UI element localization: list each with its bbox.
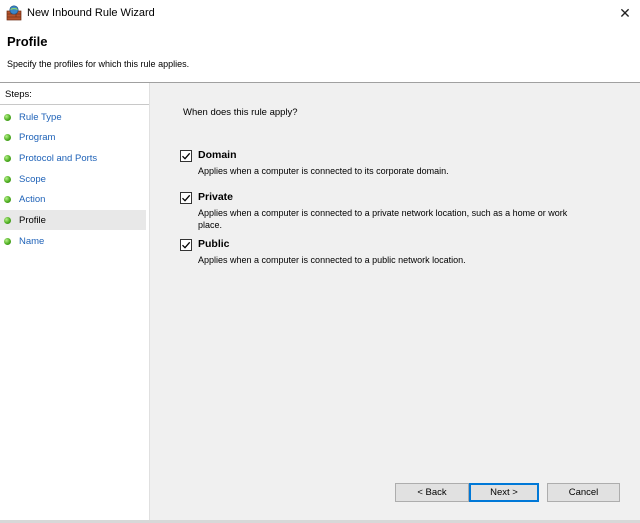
status-dot-icon (4, 154, 11, 162)
page-title: Profile (7, 34, 48, 49)
sidebar-item-label: Scope (19, 173, 46, 185)
close-button[interactable]: ✕ (612, 2, 638, 24)
public-description: Applies when a computer is connected to … (198, 255, 466, 265)
status-dot-icon (4, 216, 11, 224)
next-button[interactable]: Next > (469, 483, 539, 502)
private-description: Applies when a computer is connected to … (198, 208, 568, 230)
sidebar-item-action[interactable]: Action (0, 189, 146, 209)
sidebar-item-label: Rule Type (19, 111, 62, 123)
close-icon: ✕ (619, 4, 631, 21)
firewall-icon (6, 5, 22, 21)
cancel-button[interactable]: Cancel (547, 483, 620, 502)
status-dot-icon (4, 113, 11, 121)
status-dot-icon (4, 133, 11, 141)
checkmark-icon (182, 194, 191, 202)
sidebar-item-label: Protocol and Ports (19, 152, 98, 164)
sidebar-item-label: Profile (19, 214, 46, 226)
public-label[interactable]: Public (198, 238, 230, 250)
sidebar-item-program[interactable]: Program (0, 127, 146, 147)
private-label[interactable]: Private (198, 191, 233, 203)
sidebar-item-label: Action (19, 193, 46, 205)
steps-divider (0, 104, 149, 105)
sidebar-item-name[interactable]: Name (0, 231, 146, 251)
wizard-header: Profile Specify the profiles for which t… (0, 28, 640, 82)
domain-label[interactable]: Domain (198, 149, 237, 161)
domain-checkbox[interactable] (180, 150, 192, 162)
page-subtitle: Specify the profiles for which this rule… (7, 59, 190, 69)
sidebar-item-label: Program (19, 131, 56, 143)
sidebar-item-scope[interactable]: Scope (0, 169, 146, 189)
checkmark-icon (182, 241, 191, 249)
domain-description: Applies when a computer is connected to … (198, 166, 449, 176)
sidebar-item-profile[interactable]: Profile (0, 210, 146, 230)
private-checkbox[interactable] (180, 192, 192, 204)
back-button[interactable]: < Back (395, 483, 469, 502)
status-dot-icon (4, 175, 11, 183)
status-dot-icon (4, 195, 11, 203)
steps-heading: Steps: (5, 89, 32, 100)
sidebar-item-rule-type[interactable]: Rule Type (0, 107, 146, 127)
window-title: New Inbound Rule Wizard (27, 7, 155, 19)
steps-sidebar: Steps: Rule Type Program Protocol and Po… (0, 83, 149, 523)
sidebar-item-protocol-and-ports[interactable]: Protocol and Ports (0, 148, 146, 168)
rule-question: When does this rule apply? (183, 107, 298, 118)
checkmark-icon (182, 152, 191, 160)
title-bar: New Inbound Rule Wizard ✕ (0, 0, 640, 28)
status-dot-icon (4, 237, 11, 245)
profile-panel: When does this rule apply? Domain Applie… (149, 83, 640, 520)
public-checkbox[interactable] (180, 239, 192, 251)
sidebar-item-label: Name (19, 235, 45, 247)
